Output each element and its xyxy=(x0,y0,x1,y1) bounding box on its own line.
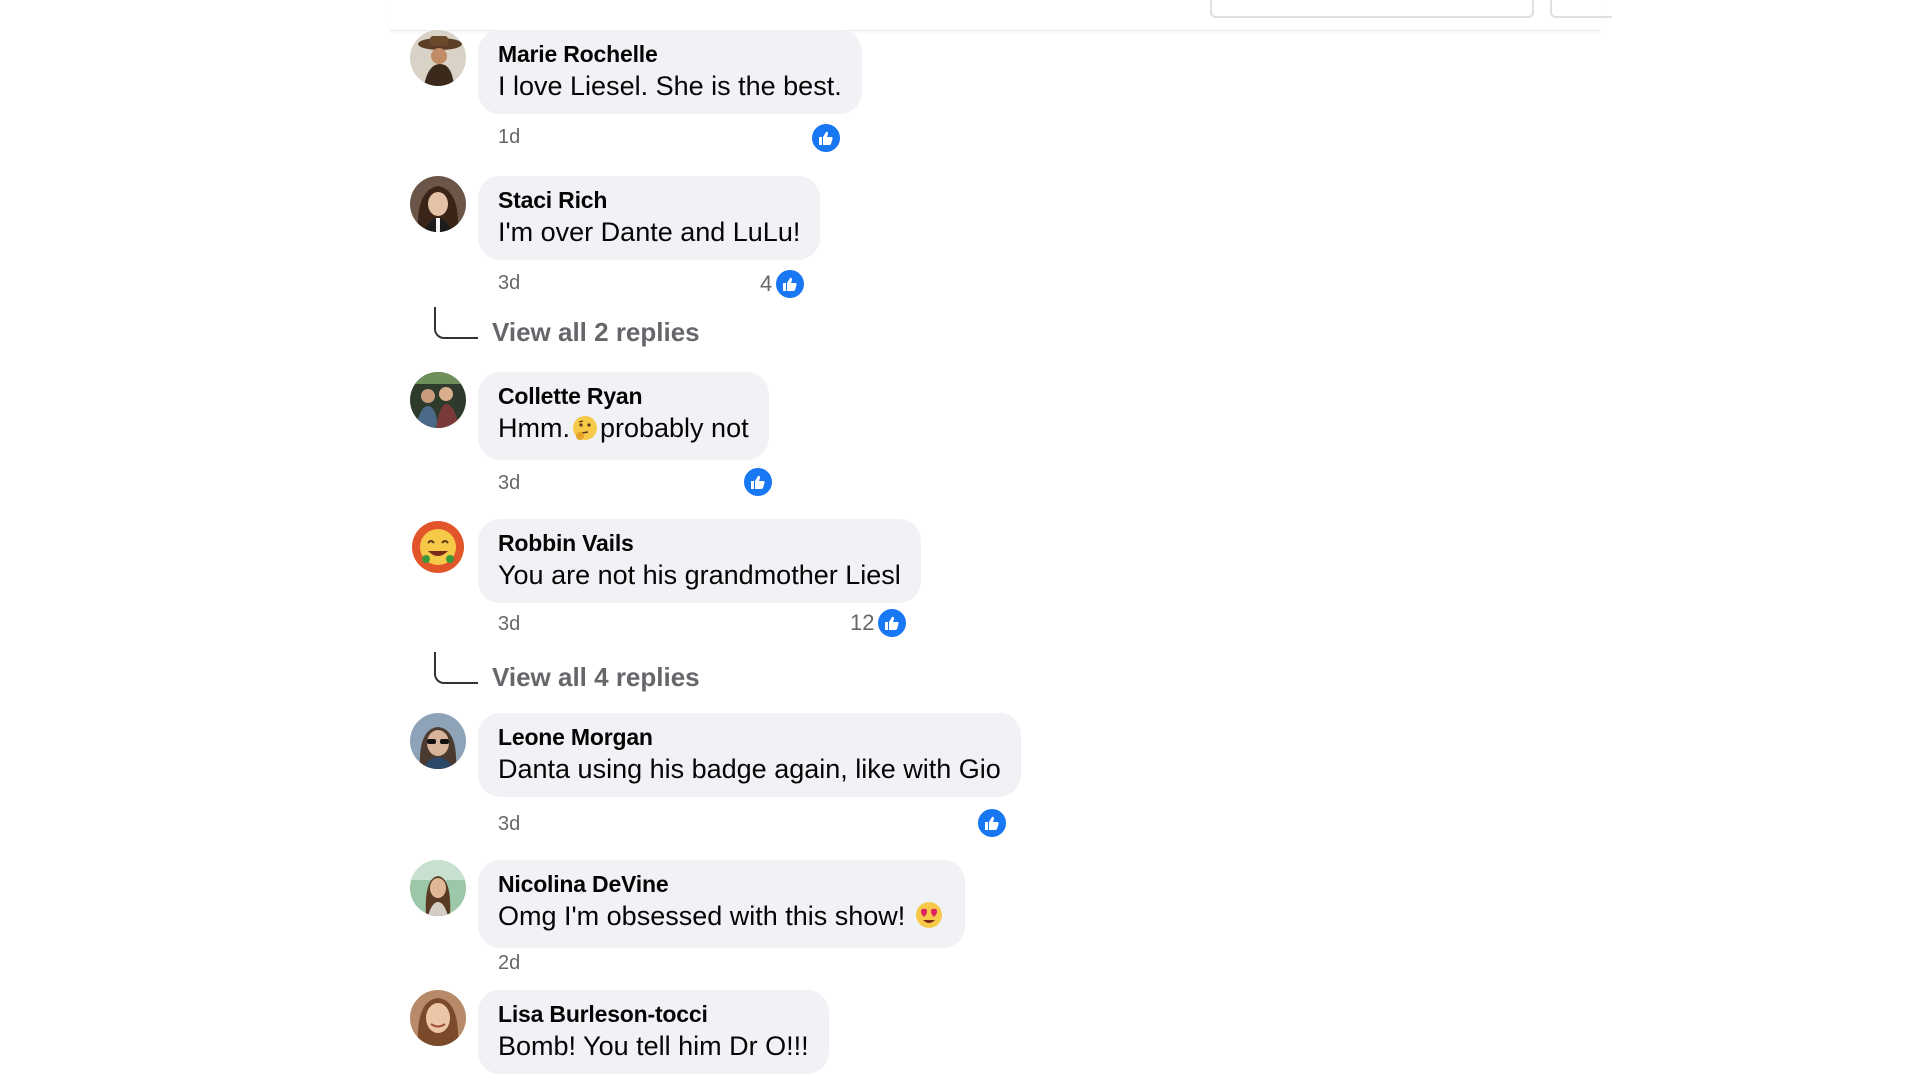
comment-author[interactable]: Marie Rochelle xyxy=(498,39,842,69)
comment-bubble: Leone Morgan Danta using his badge again… xyxy=(478,713,1021,797)
comment-text: Danta using his badge again, like with G… xyxy=(498,754,1001,784)
comment-text: Hmm. probably not xyxy=(498,411,749,449)
avatar[interactable] xyxy=(410,860,466,916)
like-count-value: 12 xyxy=(850,610,875,635)
comment-bubble: Staci Rich I'm over Dante and LuLu! xyxy=(478,176,821,260)
like-count[interactable] xyxy=(740,466,774,498)
avatar[interactable] xyxy=(410,519,466,575)
comment-text: Omg I'm obsessed with this show! xyxy=(498,899,945,937)
comment-bubble: Marie Rochelle I love Liesel. She is the… xyxy=(478,30,862,114)
comment-bubble: Robbin Vails You are not his grandmother… xyxy=(478,519,921,603)
comment-bubble: Nicolina DeVine Omg I'm obsessed with th… xyxy=(478,860,965,948)
comment-timestamp[interactable]: 3d xyxy=(498,613,520,636)
avatar[interactable] xyxy=(410,176,466,232)
comment-author[interactable]: Robbin Vails xyxy=(498,528,901,558)
avatar[interactable] xyxy=(410,372,466,428)
thumbs-up-icon xyxy=(810,122,842,154)
header-divider xyxy=(390,0,1612,31)
thumbs-up-icon xyxy=(774,268,807,300)
comment-author[interactable]: Staci Rich xyxy=(498,185,800,215)
like-count-value: 4 xyxy=(760,271,773,296)
comment-timestamp[interactable]: 2d xyxy=(498,952,520,975)
comments-page: Marie Rochelle I love Liesel. She is the… xyxy=(0,0,1920,1080)
comment-text: You are not his grandmother Liesl xyxy=(498,560,901,590)
comment-text: I'm over Dante and LuLu! xyxy=(498,217,801,247)
comment-text: I love Liesel. She is the best. xyxy=(498,71,842,101)
reply-connector xyxy=(434,652,478,684)
menu-box-edge[interactable] xyxy=(1550,0,1612,18)
avatar[interactable] xyxy=(410,30,466,86)
thumbs-up-icon xyxy=(876,607,909,639)
like-count[interactable] xyxy=(808,122,842,154)
thumbs-up-icon xyxy=(742,466,774,498)
comment-author[interactable]: Leone Morgan xyxy=(498,722,1001,752)
search-box-edge[interactable] xyxy=(1210,0,1534,18)
comment-timestamp[interactable]: 3d xyxy=(498,813,520,836)
avatar[interactable] xyxy=(410,713,466,769)
like-count[interactable]: 4 xyxy=(760,268,807,300)
comment-timestamp[interactable]: 3d xyxy=(498,472,520,495)
thumbs-up-icon xyxy=(976,807,1008,839)
comment-text-part: Omg I'm obsessed with this show! xyxy=(498,901,906,931)
comment-text-part: Hmm. xyxy=(498,413,570,443)
like-count[interactable] xyxy=(974,807,1008,839)
view-replies-label[interactable]: View all 2 replies xyxy=(492,317,700,348)
comment-timestamp[interactable]: 3d xyxy=(498,272,520,295)
comment-text-part: probably not xyxy=(599,413,749,443)
reply-connector xyxy=(434,307,478,339)
avatar[interactable] xyxy=(410,990,466,1046)
comment-bubble: Lisa Burleson-tocci Bomb! You tell him D… xyxy=(478,990,829,1074)
comment-author[interactable]: Lisa Burleson-tocci xyxy=(498,999,809,1029)
comment-text: Bomb! You tell him Dr O!!! xyxy=(498,1031,809,1061)
thinking-face-emoji xyxy=(572,415,598,449)
heart-eyes-emoji xyxy=(915,901,943,937)
comment-bubble: Collette Ryan Hmm. probably not xyxy=(478,372,769,460)
comment-timestamp[interactable]: 1d xyxy=(498,126,520,149)
comment-author[interactable]: Collette Ryan xyxy=(498,381,749,411)
comment-author[interactable]: Nicolina DeVine xyxy=(498,869,945,899)
like-count[interactable]: 12 xyxy=(850,607,909,639)
view-replies-label[interactable]: View all 4 replies xyxy=(492,662,700,693)
